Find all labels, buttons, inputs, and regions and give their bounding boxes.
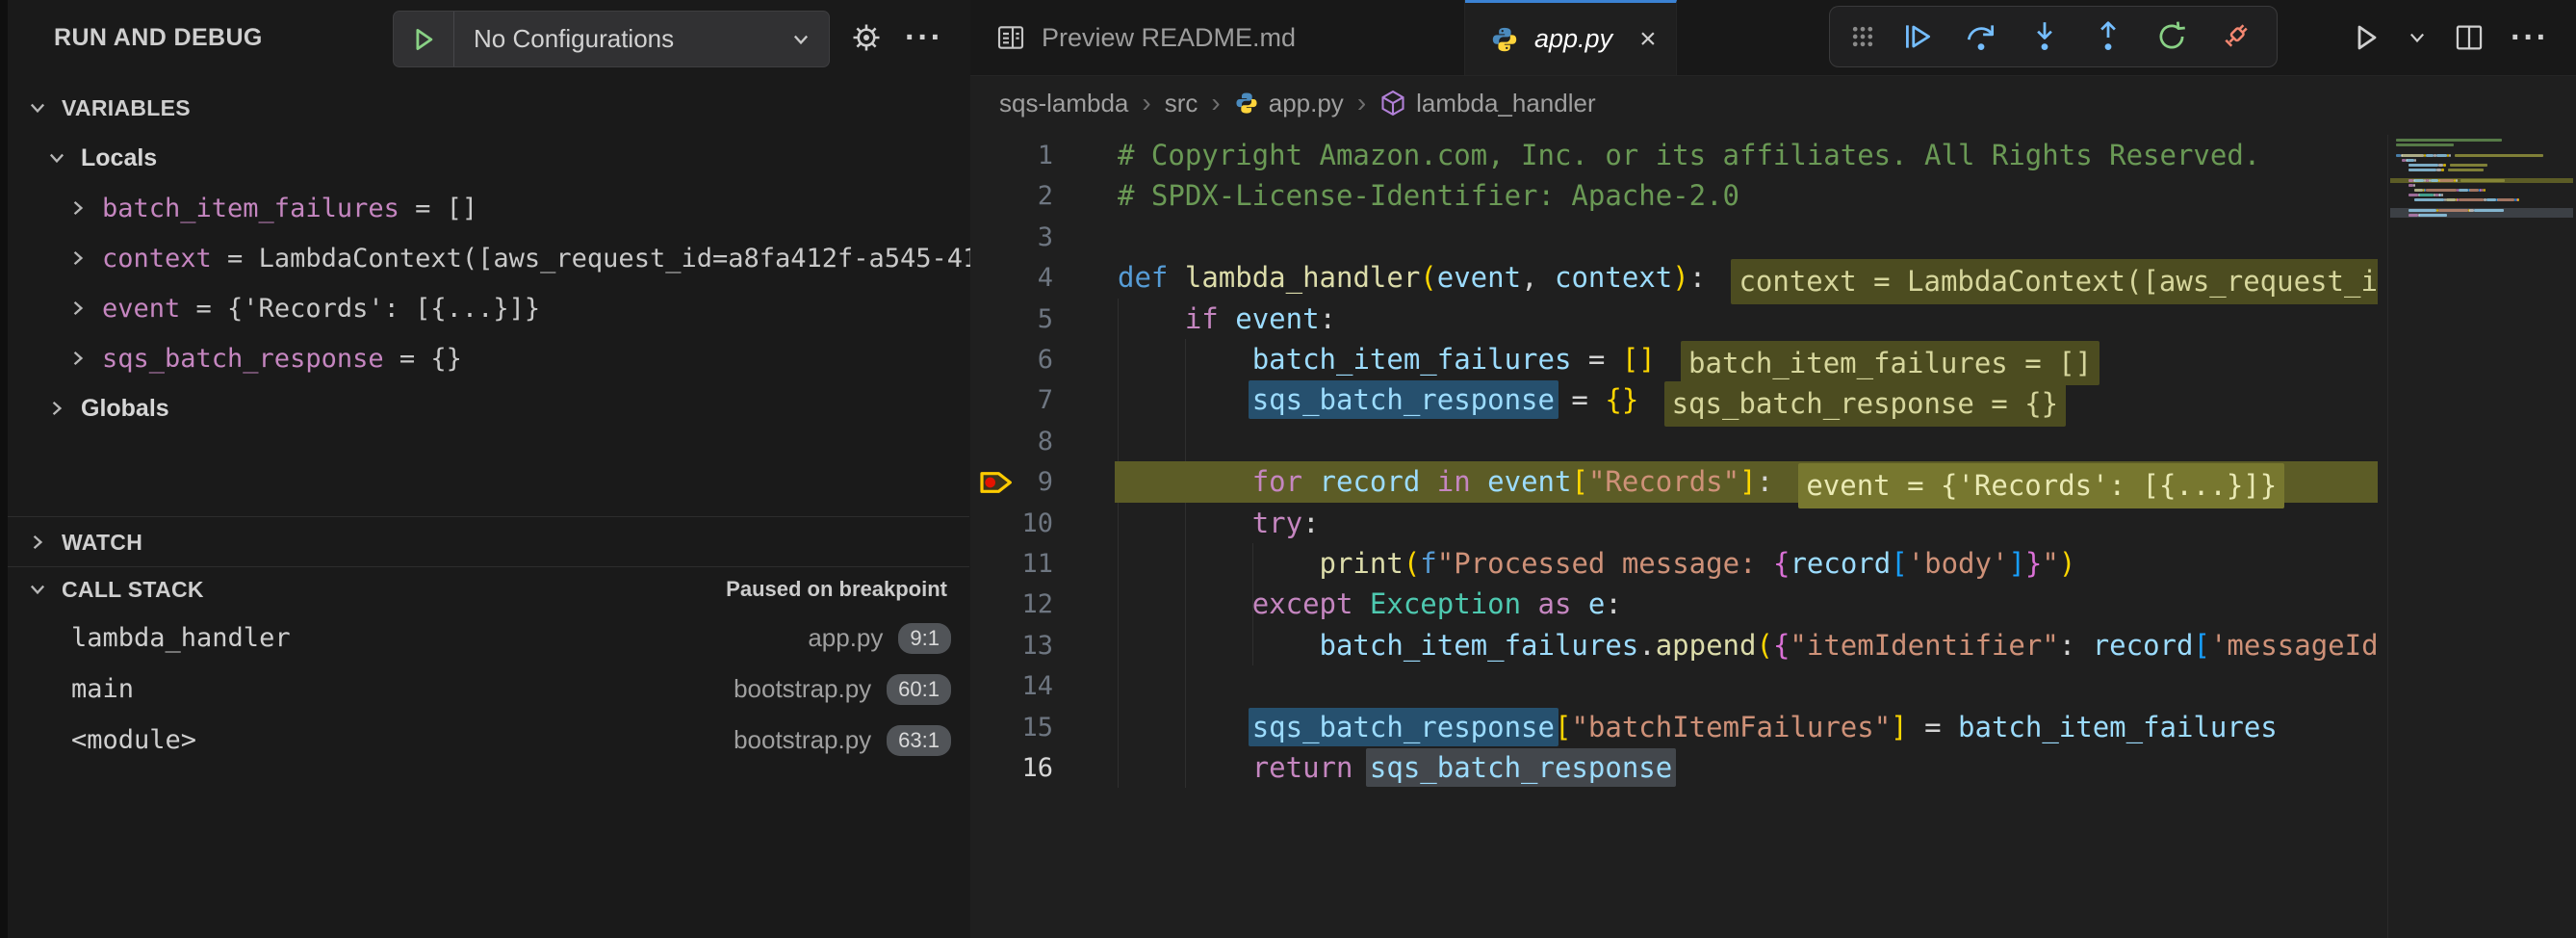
breadcrumb-folder[interactable]: src: [1165, 89, 1198, 118]
code-line[interactable]: try:: [970, 503, 2378, 543]
chevron-right-icon: [46, 398, 67, 419]
python-icon: [1490, 25, 1519, 54]
split-editor-icon[interactable]: [2445, 12, 2493, 64]
activity-bar-edge: [0, 0, 8, 938]
tab-label: app.py: [1534, 24, 1612, 54]
variable-row[interactable]: context = LambdaContext([aws_request_id=…: [8, 233, 970, 283]
code-line[interactable]: batch_item_failures.append({"itemIdentif…: [970, 625, 2378, 665]
line-column-badge: 63:1: [887, 725, 951, 756]
call-stack-list: lambda_handler app.py 9:1 main bootstrap…: [8, 612, 970, 766]
symbol-method-icon: [1379, 90, 1406, 117]
launch-configuration-dropdown[interactable]: No Configurations: [393, 11, 830, 67]
chevron-right-icon: [67, 248, 89, 269]
code-editor[interactable]: 123456789 10111213141516 # Copyright Ama…: [970, 135, 2576, 938]
chevron-right-icon: [27, 532, 48, 553]
line-column-badge: 60:1: [887, 674, 951, 705]
code-line[interactable]: sqs_batch_response["batchItemFailures"] …: [970, 707, 2378, 747]
code-line[interactable]: # Copyright Amazon.com, Inc. or its affi…: [970, 135, 2378, 175]
paused-status-text: Paused on breakpoint: [726, 577, 947, 602]
restart-icon[interactable]: [2144, 12, 2200, 62]
sidebar-title: RUN AND DEBUG: [54, 0, 263, 75]
code-line[interactable]: if event:: [970, 299, 2378, 339]
step-into-icon[interactable]: [2017, 12, 2073, 62]
continue-icon[interactable]: [1890, 12, 1945, 62]
variable-row[interactable]: sqs_batch_response = {}: [8, 333, 970, 383]
run-and-debug-sidebar: RUN AND DEBUG No Configurations ··· VARI…: [8, 0, 971, 938]
sidebar-more-actions-icon[interactable]: ···: [895, 0, 953, 75]
run-dropdown-chevron-icon[interactable]: [2399, 12, 2435, 64]
breadcrumb-symbol[interactable]: lambda_handler: [1379, 89, 1595, 118]
code-line[interactable]: sqs_batch_response = {}sqs_batch_respons…: [970, 379, 2378, 420]
code-line[interactable]: [970, 421, 2378, 461]
tab-app-py[interactable]: app.py ×: [1465, 0, 1677, 75]
chevron-down-icon: [27, 579, 48, 600]
scope-locals[interactable]: Locals: [8, 133, 970, 183]
tab-label: Preview README.md: [1042, 23, 1296, 53]
editor-area: Preview README.md app.py ×: [970, 0, 2576, 938]
step-over-icon[interactable]: [1953, 12, 2009, 62]
variable-row[interactable]: batch_item_failures = []: [8, 183, 970, 233]
code-line[interactable]: def lambda_handler(event, context):conte…: [970, 257, 2378, 298]
code-line[interactable]: # SPDX-License-Identifier: Apache-2.0: [970, 175, 2378, 216]
breadcrumb: sqs-lambda › src › app.py › lambda_handl…: [999, 75, 1596, 131]
run-python-file-icon[interactable]: [2343, 12, 2389, 64]
chevron-right-icon: [67, 197, 89, 219]
breadcrumb-folder[interactable]: sqs-lambda: [999, 89, 1128, 118]
minimap[interactable]: [2387, 135, 2576, 938]
chevron-separator: ›: [1142, 88, 1150, 118]
vscode-window: RUN AND DEBUG No Configurations ··· VARI…: [0, 0, 2576, 938]
divider: [8, 566, 969, 567]
editor-actions: ···: [2343, 0, 2557, 75]
variables-section: VARIABLES Locals batch_item_failures = […: [8, 83, 970, 433]
stack-frame-row[interactable]: lambda_handler app.py 9:1: [8, 612, 970, 664]
gear-icon[interactable]: [841, 0, 891, 75]
breadcrumb-file[interactable]: app.py: [1234, 89, 1344, 118]
code-line[interactable]: batch_item_failures = []batch_item_failu…: [970, 339, 2378, 379]
divider: [8, 516, 969, 517]
close-icon[interactable]: ×: [1639, 25, 1657, 54]
markdown-preview-icon: [995, 22, 1026, 53]
watch-section-header[interactable]: WATCH: [8, 518, 970, 566]
line-column-badge: 9:1: [898, 623, 951, 654]
code-viewport[interactable]: # Copyright Amazon.com, Inc. or its affi…: [970, 135, 2378, 938]
editor-more-actions-icon[interactable]: ···: [2503, 12, 2557, 64]
configuration-label: No Configurations: [454, 24, 790, 54]
chevron-right-icon: [67, 298, 89, 319]
debug-toolbar: [1829, 6, 2278, 67]
toolbar-gripper-icon[interactable]: [1843, 12, 1882, 62]
code-line[interactable]: [970, 665, 2378, 706]
stack-frame-row[interactable]: main bootstrap.py 60:1: [8, 664, 970, 715]
chevron-down-icon: [27, 97, 48, 118]
code-line[interactable]: print(f"Processed message: {record['body…: [970, 543, 2378, 584]
stack-frame-row[interactable]: <module> bootstrap.py 63:1: [8, 715, 970, 766]
code-line[interactable]: except Exception as e:: [970, 584, 2378, 624]
variables-section-header[interactable]: VARIABLES: [8, 83, 970, 133]
chevron-right-icon: [67, 348, 89, 369]
chevron-down-icon: [790, 29, 811, 50]
start-debug-icon[interactable]: [394, 12, 454, 66]
tab-preview-readme[interactable]: Preview README.md: [970, 0, 1465, 75]
call-stack-section-header[interactable]: CALL STACK Paused on breakpoint: [8, 568, 970, 611]
disconnect-icon[interactable]: [2207, 12, 2263, 62]
chevron-separator: ›: [1357, 88, 1366, 118]
python-icon: [1234, 91, 1259, 116]
step-out-icon[interactable]: [2080, 12, 2136, 62]
chevron-down-icon: [46, 147, 67, 169]
code-line[interactable]: for record in event["Records"]:event = {…: [970, 461, 2378, 502]
variable-row[interactable]: event = {'Records': [{...}]}: [8, 283, 970, 333]
editor-tab-bar: Preview README.md app.py ×: [970, 0, 2576, 76]
chevron-separator: ›: [1211, 88, 1220, 118]
scope-globals[interactable]: Globals: [8, 383, 970, 433]
code-line[interactable]: [970, 217, 2378, 257]
code-line[interactable]: return sqs_batch_response: [970, 747, 2378, 788]
